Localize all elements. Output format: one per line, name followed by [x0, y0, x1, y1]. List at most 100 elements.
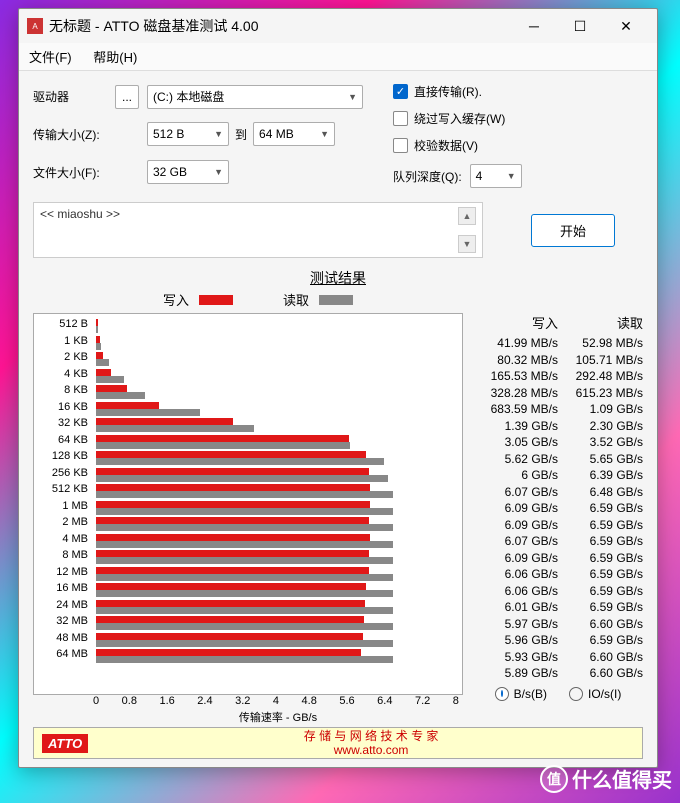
table-row: 6.06 GB/s6.59 GB/s — [473, 567, 643, 584]
maximize-button[interactable]: ☐ — [557, 11, 603, 41]
x-tick-label: 4 — [273, 695, 279, 707]
table-row: 5.97 GB/s6.60 GB/s — [473, 617, 643, 634]
read-bar — [96, 475, 388, 482]
y-tick-label: 512 KB — [38, 483, 88, 495]
atto-logo: ATTO — [42, 734, 88, 753]
close-button[interactable]: ✕ — [603, 11, 649, 41]
read-cell: 6.59 GB/s — [558, 567, 643, 584]
read-bar — [96, 557, 393, 564]
read-cell: 52.98 MB/s — [558, 336, 643, 353]
y-tick-label: 2 KB — [38, 351, 88, 363]
y-tick-label: 256 KB — [38, 467, 88, 479]
description-scrollbar[interactable]: ▲ ▼ — [458, 207, 476, 253]
write-bar — [96, 418, 233, 425]
table-row: 5.62 GB/s5.65 GB/s — [473, 452, 643, 469]
bar-row: 48 MB — [94, 632, 454, 649]
x-tick-label: 1.6 — [159, 695, 174, 707]
write-bar — [96, 435, 349, 442]
read-bar — [96, 376, 124, 383]
footer-tagline: 存 储 与 网 络 技 术 专 家 — [108, 729, 634, 743]
scroll-down-icon[interactable]: ▼ — [458, 235, 476, 253]
write-bar — [96, 567, 369, 574]
x-tick-label: 3.2 — [235, 695, 250, 707]
table-row: 328.28 MB/s615.23 MB/s — [473, 386, 643, 403]
table-row: 6.06 GB/s6.59 GB/s — [473, 584, 643, 601]
menu-file[interactable]: 文件(F) — [29, 50, 72, 65]
content: 驱动器 ... (C:) 本地磁盘▼ 传输大小(Z): 512 B▼ 到 64 … — [19, 71, 657, 767]
x-tick-label: 4.8 — [302, 695, 317, 707]
bar-row: 32 MB — [94, 615, 454, 632]
read-cell: 1.09 GB/s — [558, 402, 643, 419]
x-tick-label: 8 — [453, 695, 459, 707]
bar-row: 128 KB — [94, 450, 454, 467]
legend-read-swatch — [319, 295, 353, 305]
chart: 512 B1 KB2 KB4 KB8 KB16 KB32 KB64 KB128 … — [33, 313, 463, 727]
write-bar — [96, 369, 111, 376]
read-cell: 105.71 MB/s — [558, 353, 643, 370]
y-tick-label: 64 MB — [38, 648, 88, 660]
table-row: 6.09 GB/s6.59 GB/s — [473, 518, 643, 535]
bypass-cache-label: 绕过写入缓存(W) — [414, 110, 505, 127]
transfer-size-from-select[interactable]: 512 B▼ — [147, 122, 229, 146]
y-tick-label: 48 MB — [38, 632, 88, 644]
titlebar[interactable]: A 无标题 - ATTO 磁盘基准测试 4.00 ─ ☐ ✕ — [19, 9, 657, 43]
radio-ios[interactable] — [569, 687, 583, 701]
legend-write-label: 写入 — [163, 290, 189, 309]
table-row: 5.89 GB/s6.60 GB/s — [473, 666, 643, 683]
y-tick-label: 16 KB — [38, 401, 88, 413]
read-cell: 6.59 GB/s — [558, 518, 643, 535]
y-tick-label: 4 KB — [38, 368, 88, 380]
legend-read-label: 读取 — [283, 290, 309, 309]
write-cell: 6.07 GB/s — [473, 485, 558, 502]
drive-label: 驱动器 — [33, 88, 111, 105]
queue-depth-select[interactable]: 4▼ — [470, 164, 522, 188]
read-bar — [96, 409, 200, 416]
x-tick-label: 7.2 — [415, 695, 430, 707]
read-bar — [96, 623, 393, 630]
bypass-cache-checkbox[interactable] — [393, 111, 408, 126]
browse-button[interactable]: ... — [115, 85, 139, 109]
table-row: 6 GB/s6.39 GB/s — [473, 468, 643, 485]
write-cell: 6.01 GB/s — [473, 600, 558, 617]
write-cell: 328.28 MB/s — [473, 386, 558, 403]
read-bar — [96, 392, 145, 399]
footer-banner: ATTO 存 储 与 网 络 技 术 专 家 www.atto.com — [33, 727, 643, 759]
legend-write-swatch — [199, 295, 233, 305]
x-tick-label: 6.4 — [377, 695, 392, 707]
write-bar — [96, 550, 369, 557]
transfer-size-to-select[interactable]: 64 MB▼ — [253, 122, 335, 146]
direct-io-label: 直接传输(R). — [414, 83, 482, 100]
bar-row: 8 MB — [94, 549, 454, 566]
read-bar — [96, 343, 101, 350]
scroll-up-icon[interactable]: ▲ — [458, 207, 476, 225]
read-bar — [96, 425, 254, 432]
read-bar — [96, 656, 393, 663]
bar-row: 4 KB — [94, 368, 454, 385]
bar-row: 8 KB — [94, 384, 454, 401]
minimize-button[interactable]: ─ — [511, 11, 557, 41]
file-size-select[interactable]: 32 GB▼ — [147, 160, 229, 184]
write-bar — [96, 451, 366, 458]
bar-row: 12 MB — [94, 566, 454, 583]
read-cell: 6.60 GB/s — [558, 617, 643, 634]
y-tick-label: 1 MB — [38, 500, 88, 512]
x-tick-label: 2.4 — [197, 695, 212, 707]
write-cell: 6.09 GB/s — [473, 551, 558, 568]
read-bar — [96, 541, 393, 548]
table-row: 1.39 GB/s2.30 GB/s — [473, 419, 643, 436]
bar-row: 24 MB — [94, 599, 454, 616]
direct-io-checkbox[interactable]: ✓ — [393, 84, 408, 99]
radio-bs[interactable] — [495, 687, 509, 701]
write-cell: 683.59 MB/s — [473, 402, 558, 419]
write-bar — [96, 385, 127, 392]
drive-select[interactable]: (C:) 本地磁盘▼ — [147, 85, 363, 109]
verify-data-checkbox[interactable] — [393, 138, 408, 153]
start-button[interactable]: 开始 — [531, 214, 615, 247]
menu-help[interactable]: 帮助(H) — [93, 50, 137, 65]
table-row: 80.32 MB/s105.71 MB/s — [473, 353, 643, 370]
y-tick-label: 1 KB — [38, 335, 88, 347]
y-tick-label: 32 KB — [38, 417, 88, 429]
write-cell: 6.06 GB/s — [473, 567, 558, 584]
y-tick-label: 512 B — [38, 318, 88, 330]
description-textarea[interactable]: << miaoshu >> ▲ ▼ — [33, 202, 483, 258]
